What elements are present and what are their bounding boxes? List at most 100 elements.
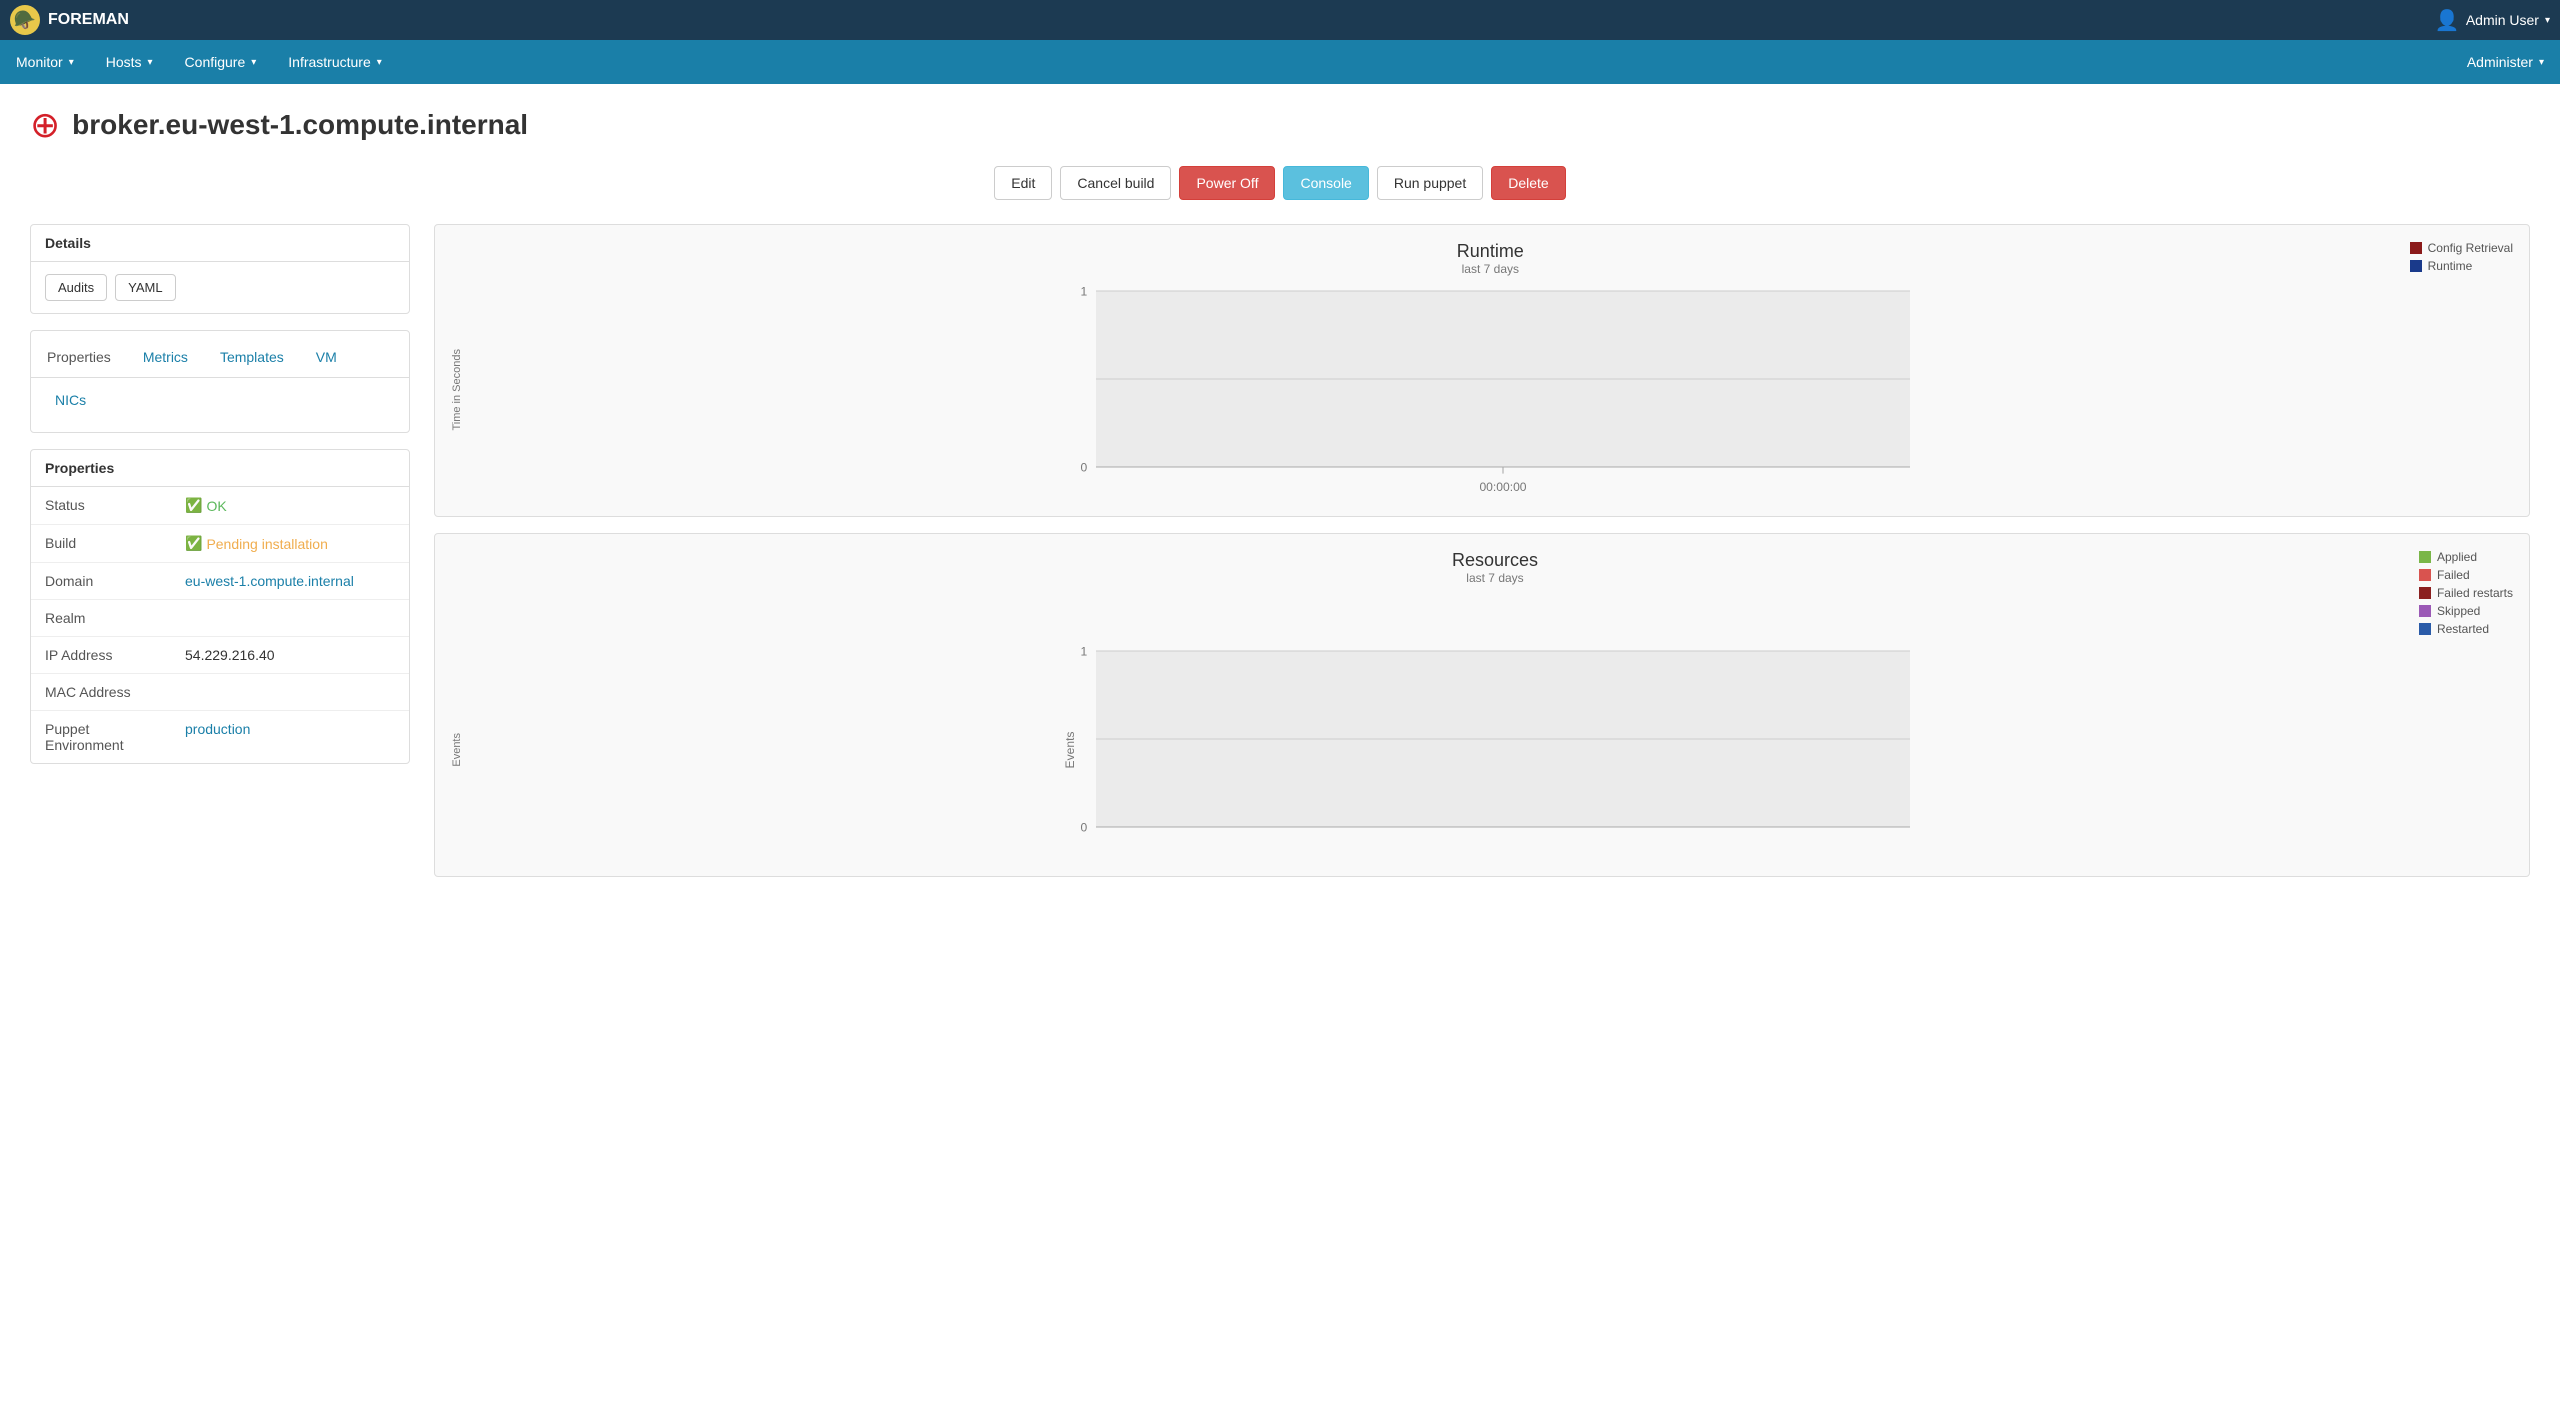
- runtime-chart-title-block: Runtime last 7 days: [571, 241, 2410, 276]
- svg-text:1: 1: [1080, 284, 1087, 298]
- tab-nics[interactable]: NICs: [39, 382, 102, 420]
- legend-item-config: Config Retrieval: [2410, 241, 2513, 255]
- table-row: Puppet Environment production: [31, 711, 409, 764]
- yaml-button[interactable]: YAML: [115, 274, 175, 301]
- prop-value-realm: [171, 600, 409, 637]
- prop-key-puppet-env: Puppet Environment: [31, 711, 171, 764]
- prop-value-puppet-env: production: [171, 711, 409, 764]
- infrastructure-caret-icon: ▾: [377, 57, 382, 68]
- details-card-body: Audits YAML: [31, 262, 409, 313]
- prop-value-mac: [171, 674, 409, 711]
- nav-monitor[interactable]: Monitor ▾: [0, 40, 90, 84]
- run-puppet-button[interactable]: Run puppet: [1377, 166, 1483, 200]
- resources-chart-area: 1 0 Events: [471, 640, 2513, 860]
- runtime-chart-subtitle: last 7 days: [571, 262, 2410, 276]
- prop-key-ip: IP Address: [31, 637, 171, 674]
- table-row: Realm: [31, 600, 409, 637]
- legend-label-runtime: Runtime: [2428, 259, 2473, 273]
- details-card: Details Audits YAML: [30, 224, 410, 314]
- svg-text:00:00:00: 00:00:00: [1479, 480, 1526, 494]
- legend-item-runtime: Runtime: [2410, 259, 2513, 273]
- runtime-chart-wrapper: Time in Seconds 1 0: [451, 280, 2513, 500]
- prop-key-realm: Realm: [31, 600, 171, 637]
- runtime-y-axis-label: Time in Seconds: [451, 349, 463, 431]
- resources-chart-card: Resources last 7 days Applied Failed: [434, 533, 2530, 877]
- runtime-chart-title: Runtime: [571, 241, 2410, 262]
- legend-item-skipped: Skipped: [2419, 604, 2513, 618]
- nav-left: Monitor ▾ Hosts ▾ Configure ▾ Infrastruc…: [0, 40, 2451, 84]
- legend-item-failed: Failed: [2419, 568, 2513, 582]
- brand-logo[interactable]: 🪖 FOREMAN: [10, 5, 129, 35]
- user-name: Admin User: [2466, 12, 2539, 28]
- nav-hosts[interactable]: Hosts ▾: [90, 40, 169, 84]
- user-menu[interactable]: 👤 Admin User ▾: [2435, 8, 2550, 33]
- table-row: Build ✅ Pending installation: [31, 525, 409, 563]
- audits-button[interactable]: Audits: [45, 274, 107, 301]
- power-off-button[interactable]: Power Off: [1179, 166, 1275, 200]
- page-title-row: ⊕ broker.eu-west-1.compute.internal: [30, 104, 2530, 146]
- table-row: Domain eu-west-1.compute.internal: [31, 563, 409, 600]
- details-card-header: Details: [31, 225, 409, 262]
- prop-value-status: ✅ OK: [171, 487, 409, 525]
- os-icon: ⊕: [30, 104, 60, 146]
- properties-header: Properties: [31, 450, 409, 487]
- svg-text:0: 0: [1080, 460, 1087, 474]
- table-row: Status ✅ OK: [31, 487, 409, 525]
- page-title: broker.eu-west-1.compute.internal: [72, 109, 528, 141]
- runtime-svg: 1 0 00:00:00: [471, 280, 2513, 500]
- restarted-color: [2419, 623, 2431, 635]
- table-row: MAC Address: [31, 674, 409, 711]
- nav-bar: Monitor ▾ Hosts ▾ Configure ▾ Infrastruc…: [0, 40, 2560, 84]
- resources-chart-legend: Applied Failed Failed restarts Skip: [2419, 550, 2513, 636]
- edit-button[interactable]: Edit: [994, 166, 1052, 200]
- config-retrieval-color: [2410, 242, 2422, 254]
- failed-restarts-color: [2419, 587, 2431, 599]
- properties-table: Status ✅ OK Build: [31, 487, 409, 763]
- skipped-color: [2419, 605, 2431, 617]
- tab-metrics[interactable]: Metrics: [127, 339, 204, 377]
- prop-key-mac: MAC Address: [31, 674, 171, 711]
- resources-y-axis-label: Events: [451, 733, 463, 767]
- resources-chart-header: Resources last 7 days Applied Failed: [451, 550, 2513, 636]
- prop-value-ip: 54.229.216.40: [171, 637, 409, 674]
- tab-nav: Properties Metrics Templates VM: [31, 339, 409, 378]
- svg-text:0: 0: [1080, 820, 1087, 834]
- user-avatar-icon: 👤: [2435, 8, 2460, 33]
- delete-button[interactable]: Delete: [1491, 166, 1565, 200]
- brand-name: FOREMAN: [48, 11, 129, 29]
- resources-chart-title-block: Resources last 7 days: [571, 550, 2419, 585]
- nav-configure[interactable]: Configure ▾: [169, 40, 273, 84]
- prop-key-domain: Domain: [31, 563, 171, 600]
- legend-item-failed-restarts: Failed restarts: [2419, 586, 2513, 600]
- left-panel: Details Audits YAML Properties Metrics T…: [30, 224, 410, 764]
- nav-administer[interactable]: Administer ▾: [2451, 40, 2560, 84]
- resources-svg: 1 0 Events: [471, 640, 2513, 860]
- nav-infrastructure[interactable]: Infrastructure ▾: [272, 40, 398, 84]
- svg-text:1: 1: [1080, 644, 1087, 658]
- page-content: ⊕ broker.eu-west-1.compute.internal Edit…: [0, 84, 2560, 1416]
- puppet-env-link[interactable]: production: [185, 721, 250, 737]
- runtime-color: [2410, 260, 2422, 272]
- properties-card: Properties Status ✅ OK: [30, 449, 410, 764]
- legend-label-restarted: Restarted: [2437, 622, 2489, 636]
- tab-vm[interactable]: VM: [300, 339, 353, 377]
- legend-label-failed-restarts: Failed restarts: [2437, 586, 2513, 600]
- legend-label-applied: Applied: [2437, 550, 2477, 564]
- prop-value-build: ✅ Pending installation: [171, 525, 409, 563]
- domain-link[interactable]: eu-west-1.compute.internal: [185, 573, 354, 589]
- runtime-chart-card: Runtime last 7 days Config Retrieval Run…: [434, 224, 2530, 517]
- hosts-caret-icon: ▾: [148, 57, 153, 68]
- svg-text:Events: Events: [1063, 732, 1077, 769]
- right-panel: Runtime last 7 days Config Retrieval Run…: [434, 224, 2530, 893]
- legend-label-failed: Failed: [2437, 568, 2470, 582]
- console-button[interactable]: Console: [1283, 166, 1368, 200]
- resources-chart-title: Resources: [571, 550, 2419, 571]
- prop-key-status: Status: [31, 487, 171, 525]
- resources-chart-wrapper: Events 1 0: [451, 640, 2513, 860]
- cancel-build-button[interactable]: Cancel build: [1060, 166, 1171, 200]
- tab-templates[interactable]: Templates: [204, 339, 300, 377]
- tab-container: Properties Metrics Templates VM NICs: [30, 330, 410, 433]
- check-circle-icon: ✅: [185, 497, 202, 514]
- tab-properties[interactable]: Properties: [31, 339, 127, 377]
- administer-caret-icon: ▾: [2539, 57, 2544, 68]
